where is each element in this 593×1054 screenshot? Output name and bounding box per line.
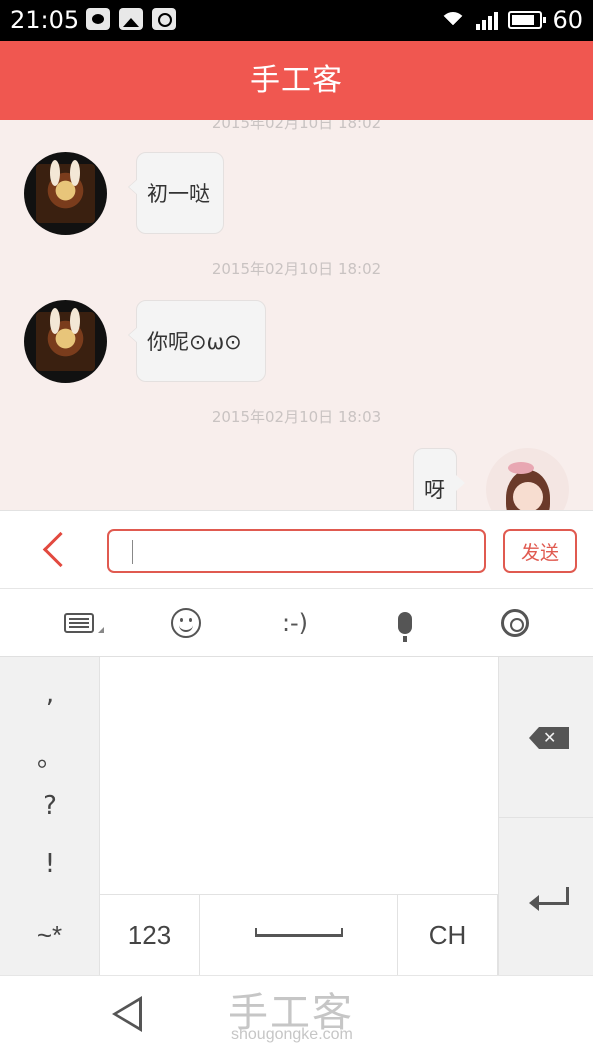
keyboard-input-area[interactable] [100,657,498,895]
keyboard-settings-button[interactable] [498,603,532,643]
watermark-url: shougongke.com [231,1026,353,1043]
language-key[interactable]: CH [398,895,498,975]
keyboard-bottom-row: ~* 123 CH [0,895,498,975]
space-bar-icon [254,927,343,937]
notification-icons [86,8,176,30]
punctuation-column: , 。 ? ! [0,657,100,895]
message-timestamp: 2015年02月10日 18:02 [211,260,382,278]
backspace-icon[interactable] [529,727,569,749]
status-bar: 21:05 60 [0,0,593,41]
battery-level: 60 [552,6,583,34]
send-button[interactable]: 发送 [503,529,577,573]
enter-arrow-icon [529,895,539,911]
emoji-button[interactable] [166,603,206,643]
nav-back-icon[interactable] [112,996,142,1032]
punctuation-key-comma[interactable]: , [0,679,100,709]
punctuation-key-exclamation[interactable]: ! [0,849,100,879]
contact-avatar[interactable] [24,152,107,235]
weibo-notification-icon [86,8,110,30]
page-title: 手工客 [250,63,343,98]
message-text: 初一哒 [147,182,210,206]
wifi-icon [440,10,467,30]
emoticon-label: :-) [281,609,309,637]
emoticon-button[interactable]: :-) [270,603,320,643]
keyboard-action-column [498,657,593,975]
punctuation-key-question[interactable]: ? [0,791,100,821]
avatar-face [513,482,543,510]
smiley-icon [171,608,201,638]
contact-avatar[interactable] [24,300,107,383]
user-avatar[interactable] [486,448,569,510]
dropdown-triangle-icon [98,627,104,633]
message-bubble[interactable]: 你呢⊙ω⊙ [128,300,266,382]
signal-icon [476,10,499,30]
photo-notification-icon [119,8,143,30]
status-time: 21:05 [10,6,80,34]
message-text: 呀 [424,478,445,502]
system-nav-bar: 手工客 shougongke.com [0,975,593,1054]
message-bubble[interactable]: 呀 [413,448,465,510]
message-timestamp: 2015年02月10日 18:03 [211,408,382,426]
key-divider [499,817,593,818]
message-timestamp: 2015年02月10日 18:02 [211,120,382,132]
numbers-key[interactable]: 123 [100,895,200,975]
battery-icon [508,11,547,29]
status-indicators: 60 [440,6,583,34]
avatar-image [36,164,95,223]
voice-input-button[interactable] [390,603,420,643]
message-bubble[interactable]: 初一哒 [128,152,224,234]
keyboard-switch-button[interactable] [58,603,110,643]
symbols-key[interactable]: ~* [0,895,100,975]
message-text: 你呢⊙ω⊙ [147,330,242,354]
text-cursor [132,540,133,564]
message-input[interactable] [107,529,486,573]
message-composer: 发送 [0,510,593,589]
blocked-notification-icon [152,8,176,30]
avatar-image [36,312,95,371]
back-arrow-icon[interactable] [38,531,68,571]
bunny-ears-decoration [50,308,60,334]
space-key[interactable] [200,895,398,975]
keyboard-toolbar: :-) [0,589,593,657]
keyboard-icon [64,613,94,633]
chat-area[interactable]: 2015年02月10日 18:02 初一哒 2015年02月10日 18:02 … [0,120,593,510]
avatar-bow [508,462,534,474]
soft-keyboard: , 。 ? ! ~* 123 CH [0,657,593,975]
app-header: 手工客 [0,41,593,120]
bunny-ears-decoration [50,160,60,186]
gear-icon [501,609,529,637]
punctuation-key-period[interactable]: 。 [0,737,100,774]
microphone-icon [398,612,412,642]
